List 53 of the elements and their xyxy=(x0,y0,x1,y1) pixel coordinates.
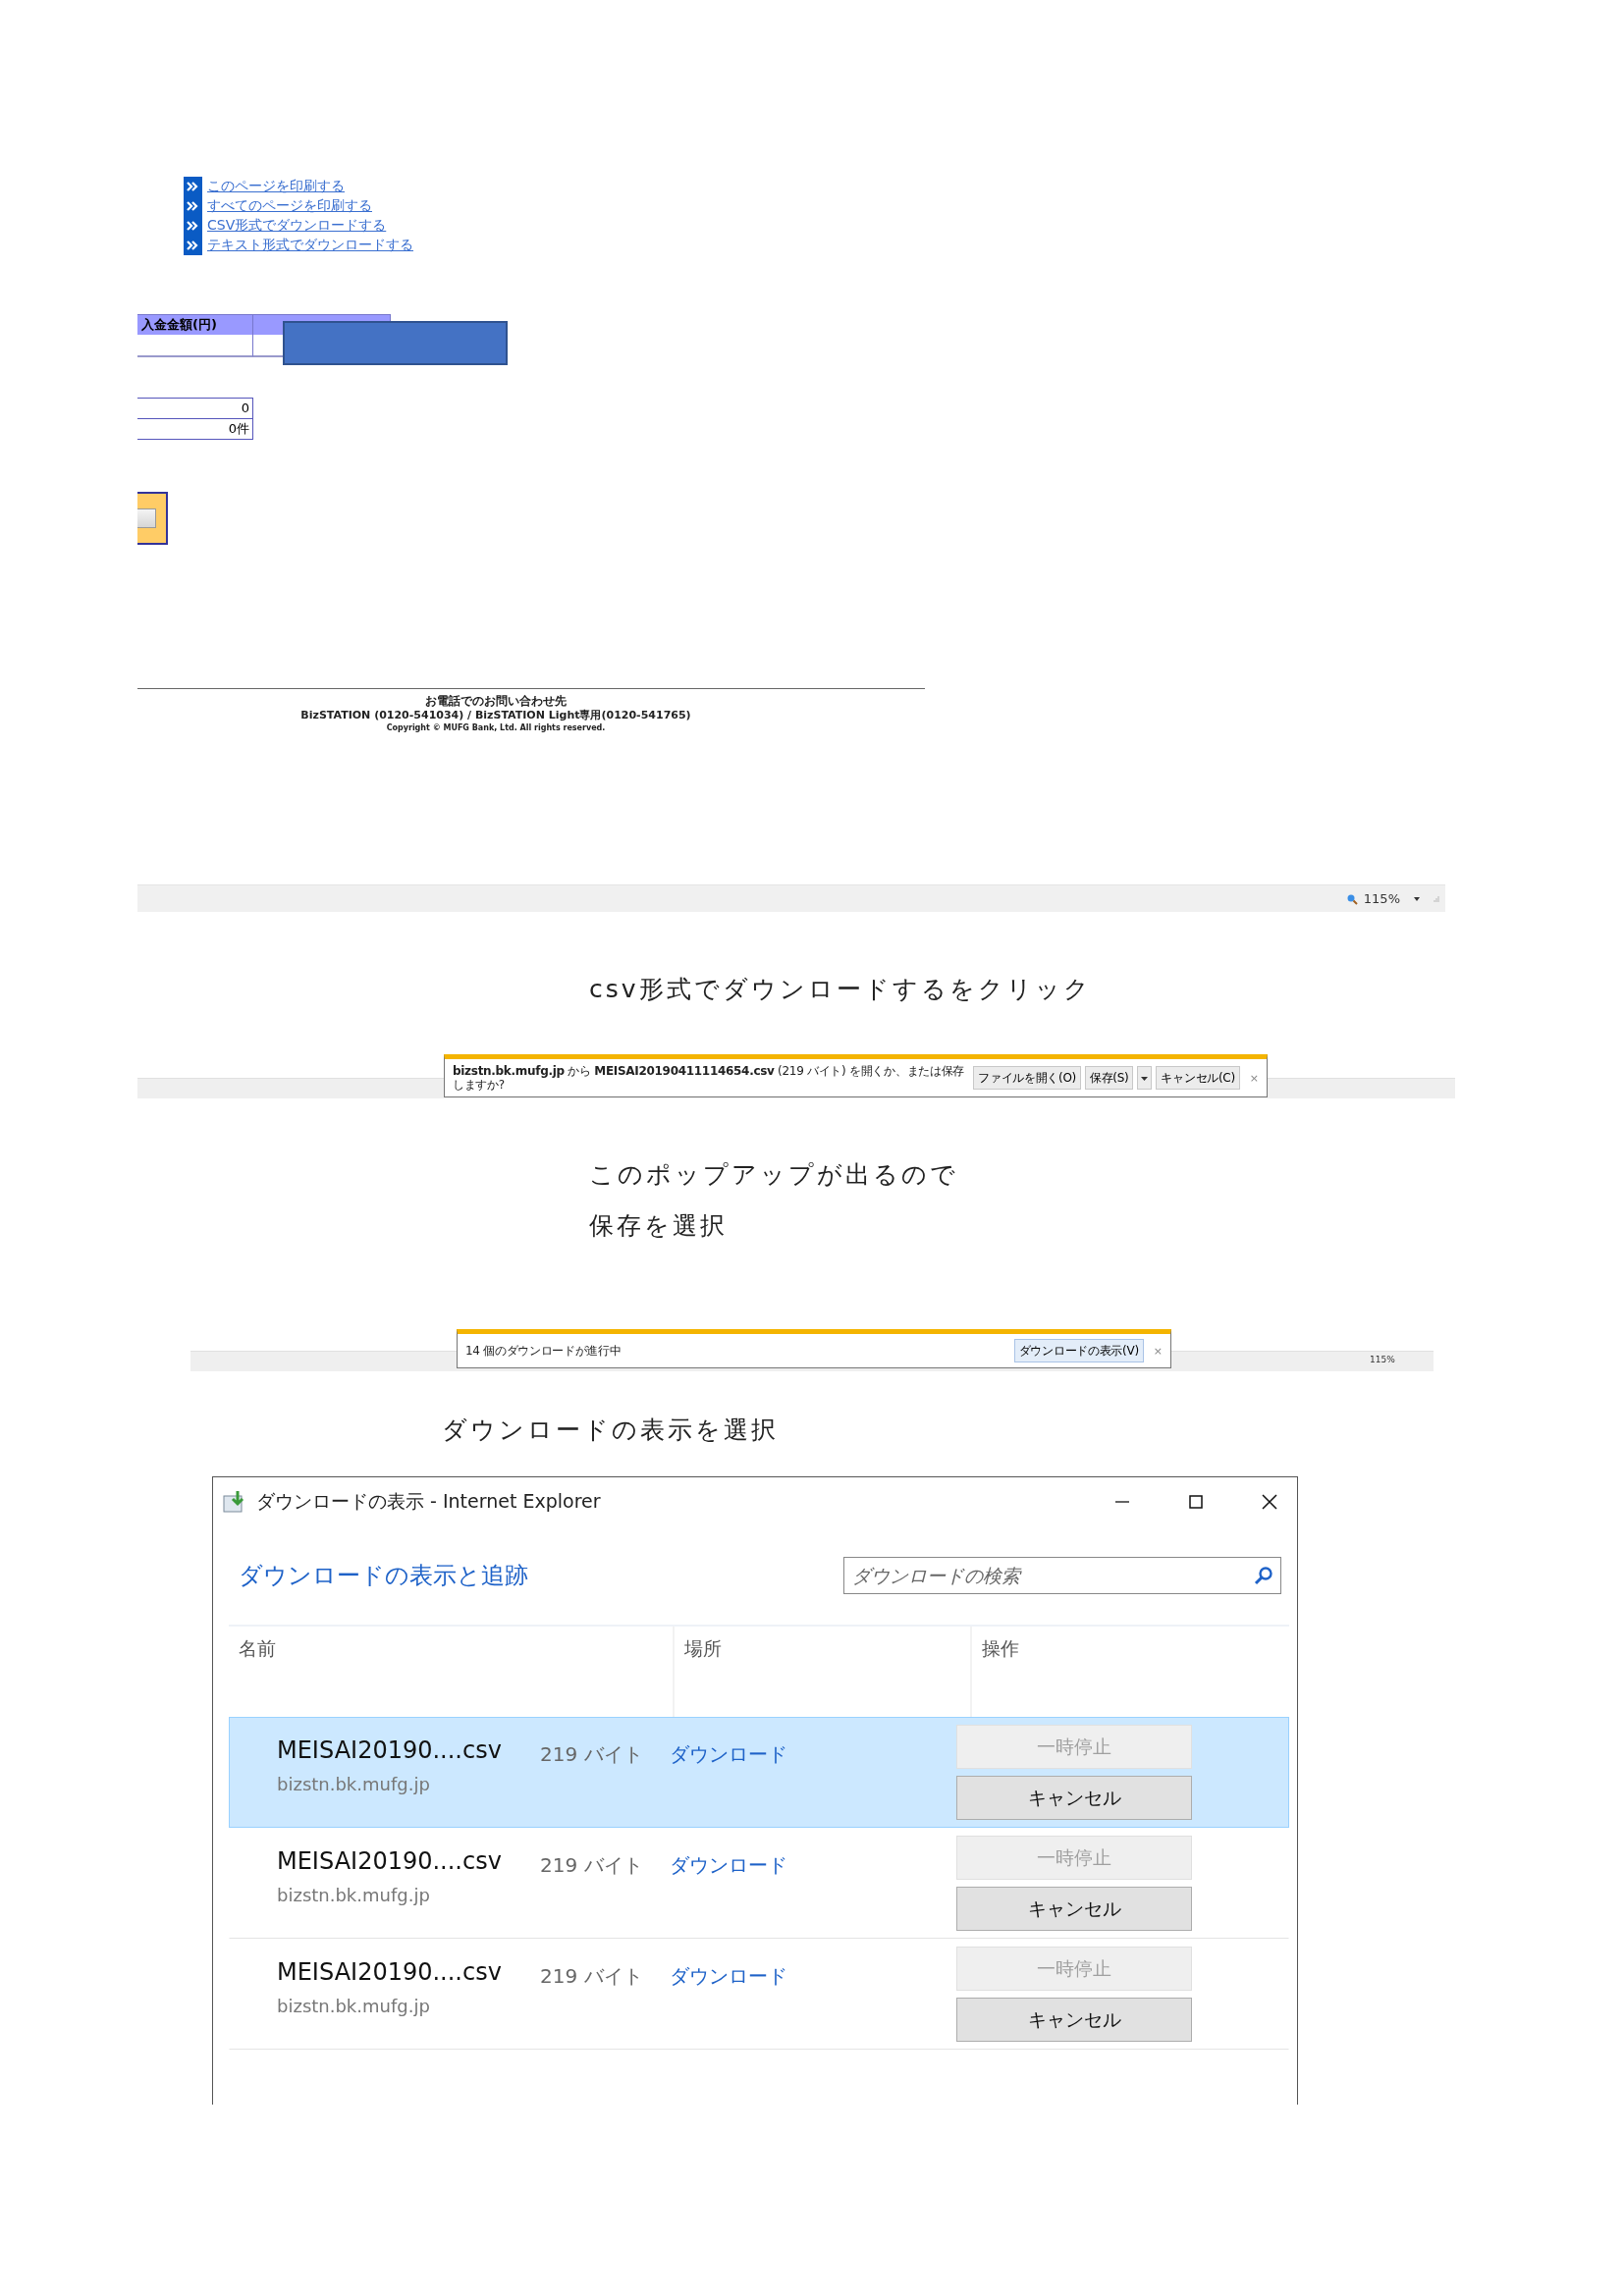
file-name: MEISAI20190....csv xyxy=(277,1847,503,1875)
link[interactable]: このページを印刷する xyxy=(207,178,345,195)
total-cell: 0件 xyxy=(137,418,253,440)
maximize-icon[interactable] xyxy=(1186,1492,1206,1512)
location-link[interactable]: ダウンロード xyxy=(670,1836,956,1879)
resize-grip-icon[interactable] xyxy=(1434,895,1439,902)
chevron-icon xyxy=(184,177,202,196)
instruction-text: 保存を選択 xyxy=(589,1210,729,1242)
file-source: bizstn.bk.mufg.jp xyxy=(277,1774,431,1794)
contact-numbers: BizSTATION (0120-541034) / BizSTATION Light専用(0120-541765) xyxy=(300,709,691,722)
link[interactable]: すべてのページを印刷する xyxy=(207,197,372,215)
location-link[interactable]: ダウンロード xyxy=(670,1725,956,1768)
column-header[interactable]: 名前 xyxy=(229,1627,673,1717)
file-source: bizstn.bk.mufg.jp xyxy=(277,1885,431,1905)
close-icon[interactable] xyxy=(1260,1492,1279,1512)
file-source: bizstn.bk.mufg.jp xyxy=(277,1996,431,2016)
file-size: 219 バイト xyxy=(540,1963,644,1990)
file-name: MEISAI20190....csv xyxy=(277,1736,503,1764)
chevron-icon xyxy=(184,236,202,255)
copyright: Copyright © MUFG Bank, Ltd. All rights reserved. xyxy=(386,722,606,733)
prompt-button[interactable]: キャンセル(C) xyxy=(1156,1066,1240,1090)
instruction-text: ダウンロードの表示を選択 xyxy=(442,1415,780,1446)
contact-label: お電話でのお問い合わせ先 xyxy=(425,694,567,709)
search-icon[interactable] xyxy=(1254,1566,1273,1585)
instruction-text: csv形式でダウンロードするをクリック xyxy=(589,974,1093,1005)
prompt-button[interactable]: ファイルを開く(O) xyxy=(973,1066,1081,1090)
cancel-button[interactable]: キャンセル xyxy=(956,1776,1192,1820)
zoom-level[interactable]: 115% xyxy=(1370,1355,1395,1364)
search-field[interactable]: ダウンロードの検索 xyxy=(843,1557,1281,1594)
window-heading: ダウンロードの表示と追跡 xyxy=(239,1561,528,1591)
view-downloads-button[interactable]: ダウンロードの表示(V) xyxy=(1013,1339,1144,1362)
file-size: 219 バイト xyxy=(540,1741,644,1768)
zoom-icon xyxy=(1345,892,1358,905)
column-header: 入金金額(円) xyxy=(137,314,253,335)
download-status: 14 個のダウンロードが進行中 xyxy=(465,1344,623,1358)
cancel-button[interactable]: キャンセル xyxy=(956,1998,1192,2042)
panel-button[interactable] xyxy=(137,508,156,528)
instruction-text: このポップアップが出るので xyxy=(589,1159,959,1191)
close-button[interactable]: × xyxy=(1153,1344,1163,1358)
file-name: MEISAI20190....csv xyxy=(277,1958,503,1986)
total-cell: 0 xyxy=(137,398,253,419)
location-link[interactable]: ダウンロード xyxy=(670,1947,956,1990)
close-button[interactable]: × xyxy=(1249,1071,1259,1085)
prompt-button[interactable]: 保存(S) xyxy=(1084,1066,1134,1090)
caret-icon xyxy=(1141,1077,1149,1082)
window-title: ダウンロードの表示 - Internet Explorer xyxy=(256,1489,602,1514)
dropdown-button[interactable] xyxy=(1137,1066,1153,1090)
link[interactable]: CSV形式でダウンロードする xyxy=(207,217,387,235)
cancel-button[interactable]: キャンセル xyxy=(956,1887,1192,1931)
file-size: 219 バイト xyxy=(540,1852,644,1879)
link[interactable]: テキスト形式でダウンロードする xyxy=(207,237,413,254)
zoom-level[interactable]: 115% xyxy=(1363,891,1400,906)
prompt-message: bizstn.bk.mufg.jp から MEISAI20190411114654.csv (219 バイト) を開くか、または保存しますか? xyxy=(453,1064,966,1092)
